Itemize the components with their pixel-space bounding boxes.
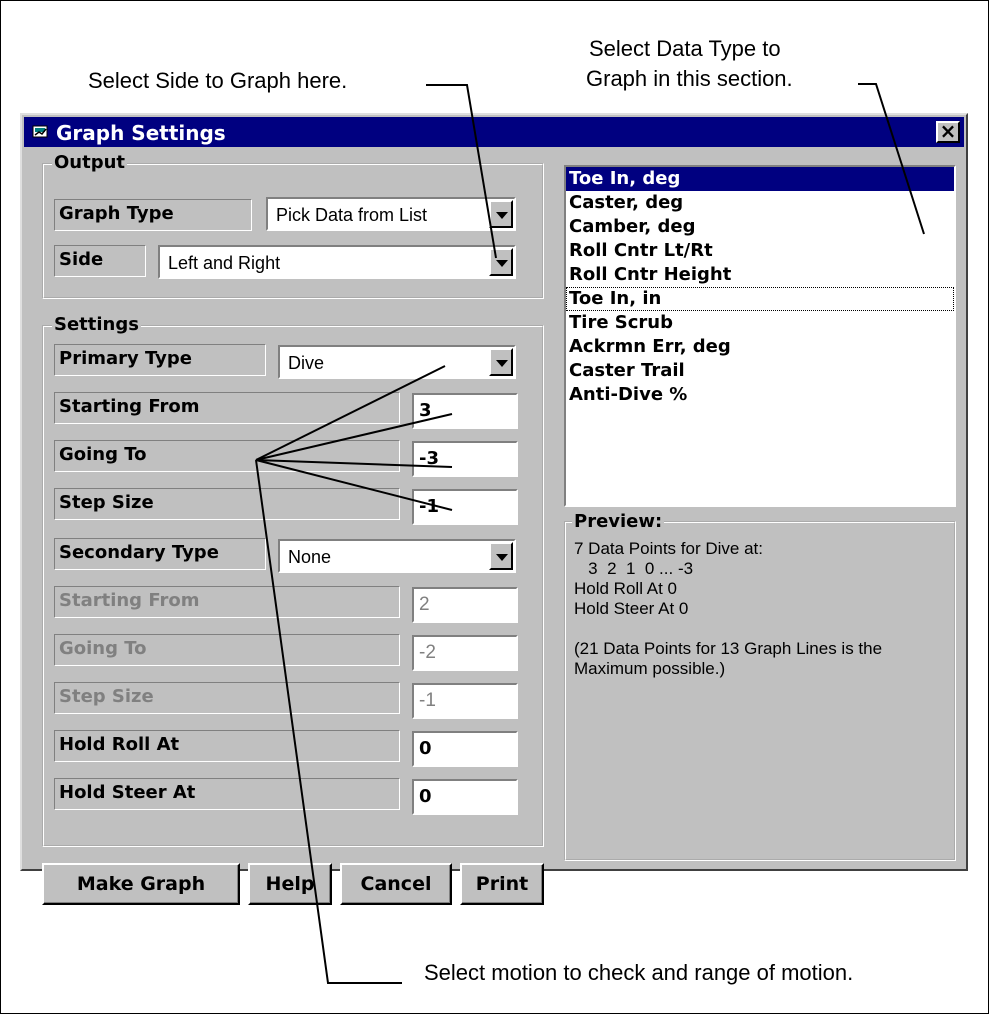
callout-motion: Select motion to check and range of moti… — [424, 960, 854, 985]
app-icon — [32, 125, 48, 138]
graph-settings-dialog: Graph Settings × Output Graph Type Pick … — [20, 113, 968, 905]
callout-side: Select Side to Graph here. — [88, 68, 348, 93]
chevron-down-icon[interactable] — [489, 248, 513, 276]
hold-roll-input[interactable]: 0 — [412, 731, 518, 767]
chevron-down-icon[interactable] — [489, 348, 513, 376]
list-item[interactable]: Tire Scrub — [566, 311, 954, 335]
chevron-down-icon[interactable] — [489, 542, 513, 570]
going-to-label: Going To — [54, 440, 400, 472]
list-item[interactable]: Caster Trail — [566, 359, 954, 383]
close-button[interactable]: × — [936, 121, 960, 143]
starting-from-input[interactable]: 3 — [412, 393, 518, 429]
graph-type-value: Pick Data from List — [276, 205, 428, 225]
secondary-going-to-label: Going To — [54, 634, 400, 666]
output-group-label: Output — [52, 152, 128, 173]
side-value: Left and Right — [168, 253, 281, 273]
print-button[interactable]: Print — [460, 863, 544, 905]
list-item[interactable]: Caster, deg — [566, 191, 954, 215]
help-button[interactable]: Help — [248, 863, 332, 905]
window-title: Graph Settings — [56, 121, 226, 145]
data-type-list[interactable]: Toe In, deg Caster, deg Camber, deg Roll… — [564, 165, 956, 507]
make-graph-button[interactable]: Make Graph — [42, 863, 240, 905]
preview-label: Preview: — [572, 511, 665, 532]
list-item[interactable]: Toe In, deg — [566, 167, 954, 191]
starting-from-label: Starting From — [54, 392, 400, 424]
step-size-label: Step Size — [54, 488, 400, 520]
list-item[interactable]: Ackrmn Err, deg — [566, 335, 954, 359]
side-label: Side — [54, 245, 146, 277]
list-item[interactable]: Roll Cntr Height — [566, 263, 954, 287]
graph-type-select[interactable]: Pick Data from List — [266, 197, 516, 231]
chevron-down-icon[interactable] — [489, 200, 513, 228]
callout-data-type-line1: Select Data Type to — [589, 36, 781, 61]
hold-steer-input[interactable]: 0 — [412, 779, 518, 815]
graph-type-label: Graph Type — [54, 199, 252, 231]
hold-roll-label: Hold Roll At — [54, 730, 400, 762]
settings-group-label: Settings — [52, 314, 141, 335]
secondary-step-size-label: Step Size — [54, 682, 400, 714]
close-icon: × — [939, 119, 957, 143]
preview-group: Preview: 7 Data Points for Dive at: 3 2 … — [564, 511, 956, 861]
hold-steer-label: Hold Steer At — [54, 778, 400, 810]
going-to-input[interactable]: -3 — [412, 441, 518, 477]
secondary-starting-from-label: Starting From — [54, 586, 400, 618]
step-size-input[interactable]: -1 — [412, 489, 518, 525]
secondary-going-to-input: -2 — [412, 635, 518, 671]
secondary-starting-from-input: 2 — [412, 587, 518, 623]
secondary-type-label: Secondary Type — [54, 538, 266, 570]
title-bar[interactable]: Graph Settings × — [24, 117, 964, 147]
preview-text: 7 Data Points for Dive at: 3 2 1 0 ... -… — [574, 539, 883, 678]
list-item[interactable]: Toe In, in — [566, 287, 954, 311]
cancel-button[interactable]: Cancel — [340, 863, 452, 905]
list-item[interactable]: Anti-Dive % — [566, 383, 954, 407]
side-select[interactable]: Left and Right — [158, 245, 516, 279]
secondary-type-select[interactable]: None — [278, 539, 516, 573]
primary-type-value: Dive — [288, 353, 325, 373]
callout-data-type-line2: Graph in this section. — [586, 66, 793, 91]
list-item[interactable]: Camber, deg — [566, 215, 954, 239]
primary-type-select[interactable]: Dive — [278, 345, 516, 379]
secondary-type-value: None — [288, 547, 332, 567]
list-item[interactable]: Roll Cntr Lt/Rt — [566, 239, 954, 263]
primary-type-label: Primary Type — [54, 344, 266, 376]
secondary-step-size-input: -1 — [412, 683, 518, 719]
